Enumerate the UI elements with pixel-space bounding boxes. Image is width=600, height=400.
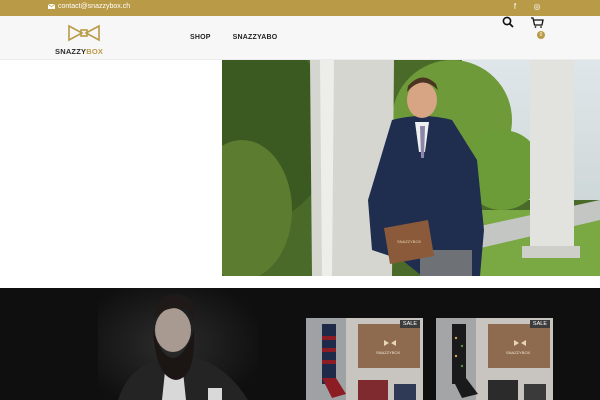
- main-nav: SHOP SNAZZYABO: [190, 34, 277, 41]
- product-image: SNAZZYBOX: [306, 318, 423, 400]
- hero-box-label: SNAZZYBOX: [397, 239, 422, 244]
- bowtie-logo-icon: [68, 24, 100, 42]
- product-image: SNAZZYBOX: [436, 318, 553, 400]
- product-card[interactable]: SNAZZYBOX SALE: [436, 318, 553, 400]
- model-portrait-image: [98, 288, 258, 400]
- product-box-label: SNAZZYBOX: [506, 350, 531, 355]
- site-logo[interactable]: SNAZZYBOX: [55, 20, 113, 58]
- cart-count-badge: 0: [537, 31, 545, 39]
- facebook-icon[interactable]: f: [510, 2, 520, 11]
- nav-item-snazzyabo[interactable]: SNAZZYABO: [233, 34, 278, 41]
- featured-section: SNAZZYBOX SALE SNAZZYBOX SALE: [0, 288, 600, 400]
- product-box-label: SNAZZYBOX: [376, 350, 401, 355]
- envelope-icon: [48, 4, 55, 9]
- nav-item-shop[interactable]: SHOP: [190, 34, 211, 41]
- sale-badge: SALE: [529, 320, 550, 328]
- product-card[interactable]: SNAZZYBOX SALE: [306, 318, 423, 400]
- instagram-icon[interactable]: ◎: [532, 2, 542, 11]
- search-icon[interactable]: [502, 16, 514, 28]
- site-header: SNAZZYBOX SHOP SNAZZYABO 0: [0, 16, 600, 60]
- logo-wordmark-part2: BOX: [86, 47, 104, 56]
- hero-image: SNAZZYBOX: [222, 60, 600, 276]
- contact-email-text: contact@snazzybox.ch: [58, 3, 131, 10]
- cart-icon[interactable]: [530, 16, 544, 28]
- social-links: f ◎: [510, 2, 542, 11]
- top-bar: contact@snazzybox.ch f ◎: [0, 0, 600, 16]
- contact-email-link[interactable]: contact@snazzybox.ch: [48, 3, 130, 10]
- sale-badge: SALE: [399, 320, 420, 328]
- logo-wordmark-part1: SNAZZY: [55, 47, 87, 56]
- logo-wordmark: SNAZZYBOX: [55, 47, 113, 56]
